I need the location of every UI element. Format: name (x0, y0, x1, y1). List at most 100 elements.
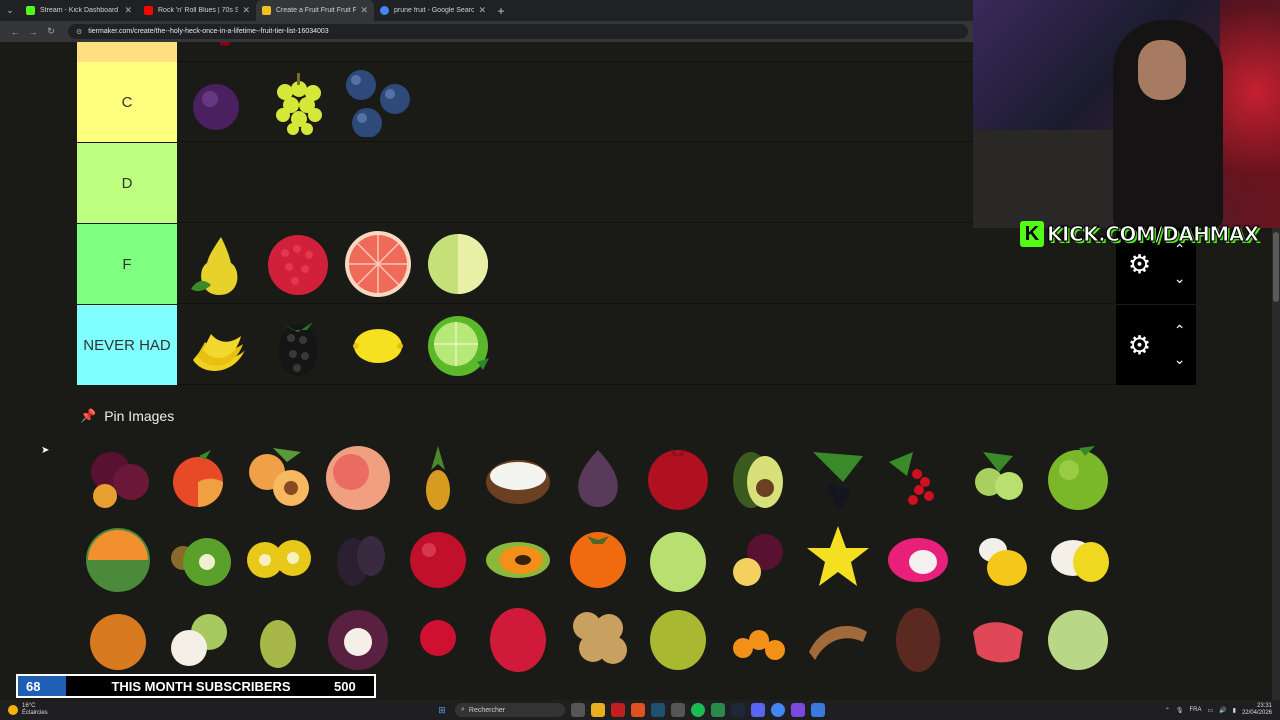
feijoa-icon[interactable] (238, 597, 318, 677)
mulberry-icon[interactable] (318, 517, 398, 597)
honeydew-icon[interactable] (421, 227, 495, 301)
lime-icon[interactable] (421, 308, 495, 382)
close-icon[interactable]: ✕ (124, 5, 132, 16)
gear-icon[interactable]: ⚙ (1127, 332, 1153, 358)
custard-apple-icon[interactable] (1038, 597, 1118, 677)
pin-images-header[interactable]: 📌 Pin Images (80, 408, 174, 424)
task-view-icon[interactable] (571, 703, 585, 717)
pomegranate-icon[interactable] (638, 437, 718, 517)
cherry-icon[interactable] (181, 42, 255, 59)
microphone-icon[interactable]: 🎙 (1176, 707, 1184, 714)
app-icon[interactable] (611, 703, 625, 717)
spotify-icon[interactable] (691, 703, 705, 717)
tab-youtube[interactable]: Rock 'n' Roll Blues | 70s Sum ✕ (138, 0, 256, 21)
golden-kiwi-icon[interactable] (238, 517, 318, 597)
close-icon[interactable]: ✕ (242, 5, 250, 16)
chrome-icon[interactable] (771, 703, 785, 717)
white-dragon-fruit-icon[interactable] (1038, 517, 1118, 597)
url-field[interactable]: ⚙ tiermaker.com/create/the--holy-heck-on… (68, 24, 968, 39)
scrollbar-thumb[interactable] (1273, 232, 1279, 302)
site-info-icon[interactable]: ⚙ (76, 28, 82, 36)
redcurrant-icon[interactable] (878, 437, 958, 517)
lychee-icon[interactable] (478, 597, 558, 677)
tier-label[interactable]: NEVER HAD (77, 305, 177, 385)
close-icon[interactable]: ✕ (360, 5, 368, 16)
yellow-dragon-fruit-icon[interactable] (958, 517, 1038, 597)
new-tab-button[interactable]: + (492, 4, 510, 18)
pineapple-icon[interactable] (398, 437, 478, 517)
green-grapes-icon[interactable] (261, 65, 335, 139)
blackcurrant-icon[interactable] (798, 437, 878, 517)
quince-icon[interactable] (78, 597, 158, 677)
fig-icon[interactable] (558, 437, 638, 517)
tab-tiermaker[interactable]: Create a Fruit Fruit Fruit F ✕ (256, 0, 374, 21)
starfruit-icon[interactable] (798, 517, 878, 597)
coconut-icon[interactable] (478, 437, 558, 517)
mangosteen-icon[interactable] (318, 597, 398, 677)
green-apple-icon[interactable] (1038, 437, 1118, 517)
nectarine-icon[interactable] (158, 437, 238, 517)
pear-icon[interactable] (181, 227, 255, 301)
pin-icon[interactable]: 📌 (80, 408, 96, 424)
taskbar-search[interactable]: ⌕ Rechercher (455, 703, 565, 717)
chevron-down-icon[interactable]: ⌄ (1174, 351, 1186, 368)
file-explorer-icon[interactable] (591, 703, 605, 717)
app-icon[interactable] (791, 703, 805, 717)
persimmon-icon[interactable] (558, 517, 638, 597)
steam-icon[interactable] (731, 703, 745, 717)
avocado-icon[interactable] (718, 437, 798, 517)
battery-icon[interactable]: ▮ (1233, 707, 1236, 714)
banana-icon[interactable] (181, 308, 255, 382)
back-icon[interactable]: ← (6, 27, 24, 37)
reload-icon[interactable]: ↻ (42, 26, 60, 37)
forward-icon[interactable]: → (24, 27, 42, 37)
peach-icon[interactable] (318, 437, 398, 517)
discord-icon[interactable] (751, 703, 765, 717)
tier-label[interactable]: F (77, 224, 177, 304)
tab-kick-dashboard[interactable]: Stream - Kick Dashboard ✕ (20, 0, 138, 21)
lanzones-icon[interactable] (558, 597, 638, 677)
tier-label[interactable]: C (77, 62, 177, 142)
lemon-icon[interactable] (341, 308, 415, 382)
plum-icon[interactable] (181, 65, 255, 139)
rambutan-icon[interactable] (398, 597, 478, 677)
tray-chevron-icon[interactable]: ⌃ (1165, 707, 1170, 714)
app-icon[interactable] (631, 703, 645, 717)
tab-search-icon[interactable]: ⌄ (0, 0, 20, 21)
app-icon[interactable] (811, 703, 825, 717)
obs-icon[interactable] (671, 703, 685, 717)
guava-icon[interactable] (638, 517, 718, 597)
papaya-icon[interactable] (478, 517, 558, 597)
plums-icon[interactable] (78, 437, 158, 517)
language-indicator[interactable]: FRA (1190, 707, 1202, 713)
clock[interactable]: 23:31 22/04/2026 (1242, 703, 1272, 717)
kiwi-icon[interactable] (158, 517, 238, 597)
network-icon[interactable]: ▭ (1208, 707, 1214, 714)
dragon-fruit-icon[interactable] (878, 517, 958, 597)
weather-widget[interactable]: 16°C Éclaircies (8, 700, 48, 720)
blueberries-icon[interactable] (341, 65, 415, 139)
app-icon[interactable] (711, 703, 725, 717)
passion-fruit-icon[interactable] (718, 517, 798, 597)
tamarind-icon[interactable] (798, 597, 878, 677)
close-icon[interactable]: ✕ (478, 5, 486, 16)
gooseberry-icon[interactable] (958, 437, 1038, 517)
tab-google[interactable]: prune fruit - Google Search ✕ (374, 0, 492, 21)
durian-icon[interactable] (638, 597, 718, 677)
physalis-icon[interactable] (718, 597, 798, 677)
volume-icon[interactable]: 🔊 (1219, 707, 1226, 714)
blackberry-icon[interactable] (261, 308, 335, 382)
rose-apple-icon[interactable] (958, 597, 1038, 677)
tier-label[interactable] (77, 42, 177, 62)
raspberry-icon[interactable] (261, 227, 335, 301)
chevron-up-icon[interactable]: ⌃ (1174, 322, 1186, 339)
apricots-icon[interactable] (238, 437, 318, 517)
cranberry-icon[interactable] (398, 517, 478, 597)
cantaloupe-icon[interactable] (78, 517, 158, 597)
tier-label[interactable]: D (77, 143, 177, 223)
gear-icon[interactable]: ⚙ (1127, 251, 1153, 277)
grapefruit-icon[interactable] (341, 227, 415, 301)
longan-icon[interactable] (158, 597, 238, 677)
app-icon[interactable] (651, 703, 665, 717)
salak-icon[interactable] (878, 597, 958, 677)
